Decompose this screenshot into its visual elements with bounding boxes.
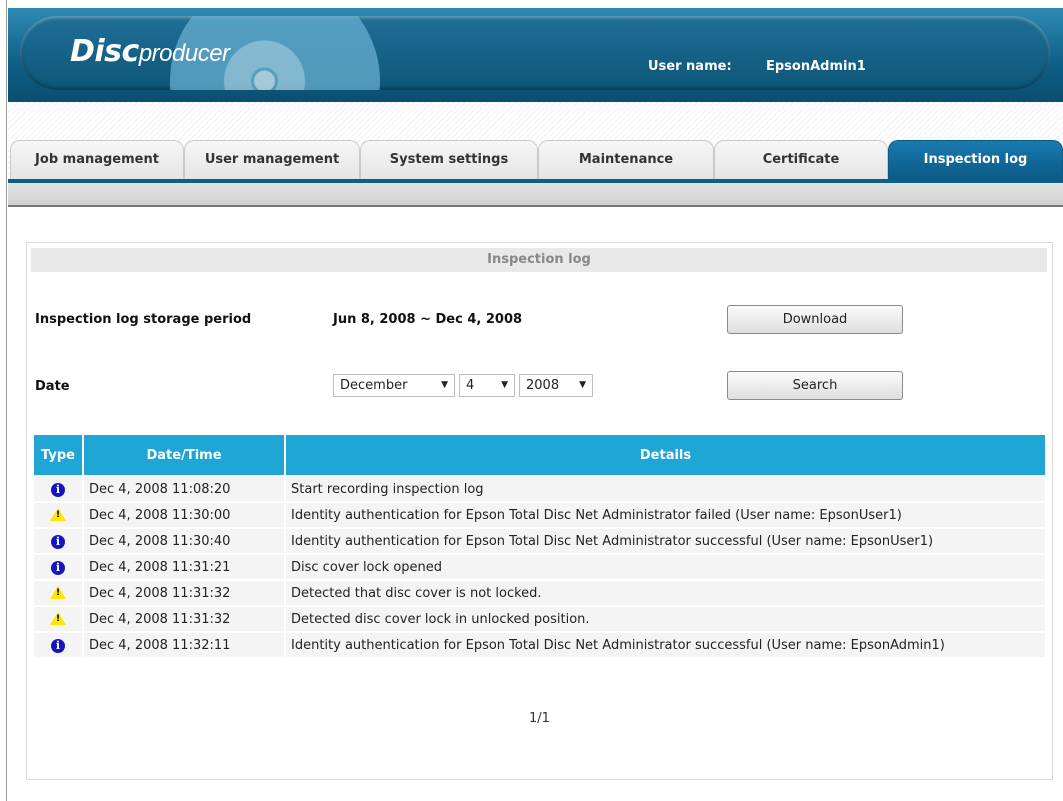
table-row: i Dec 4, 2008 11:08:20 Start recording ins… xyxy=(34,477,1045,501)
row-details-cell: Identity authentication for Epson Total … xyxy=(286,633,1045,657)
header-banner: Discproducer User name: EpsonAdmin1 xyxy=(20,16,1050,90)
user-name-value: EpsonAdmin1 xyxy=(766,59,866,74)
table-body: i Dec 4, 2008 11:08:20 Start recording ins… xyxy=(34,477,1045,657)
download-button[interactable]: Download xyxy=(727,305,903,334)
warning-mark: ! xyxy=(56,613,61,624)
table-row: ! Dec 4, 2008 11:31:32 Detected that disc … xyxy=(34,581,1045,605)
column-header-datetime: Date/Time xyxy=(84,435,284,475)
storage-period-label: Inspection log storage period xyxy=(35,312,252,327)
user-name-label: User name: xyxy=(648,59,732,74)
row-type-cell: i xyxy=(34,477,82,501)
row-datetime-cell: Dec 4, 2008 11:30:00 xyxy=(84,503,284,527)
search-button[interactable]: Search xyxy=(727,371,903,400)
row-datetime-cell: Dec 4, 2008 11:31:32 xyxy=(84,607,284,631)
year-value: 2008 xyxy=(526,378,560,393)
window-edge xyxy=(6,0,7,801)
logo-disc-text: Disc xyxy=(70,34,139,69)
info-icon: i xyxy=(51,534,65,549)
inspection-log-panel: Inspection log Inspection log storage pe… xyxy=(26,242,1053,780)
warning-icon: ! xyxy=(50,507,66,521)
row-datetime-cell: Dec 4, 2008 11:31:21 xyxy=(84,555,284,579)
inspection-log-table: Type Date/Time Details i Dec 4, 2008 11:0… xyxy=(32,433,1047,659)
row-details-cell: Detected disc cover lock in unlocked pos… xyxy=(286,607,1045,631)
row-type-cell: ! xyxy=(34,607,82,631)
table-header-row: Type Date/Time Details xyxy=(34,435,1045,475)
table-row: i Dec 4, 2008 11:30:40 Identity authentica… xyxy=(34,529,1045,553)
table-row: ! Dec 4, 2008 11:30:00 Identity authentica… xyxy=(34,503,1045,527)
subheader-bar xyxy=(8,183,1063,207)
row-type-cell: i xyxy=(34,555,82,579)
app-header: Discproducer User name: EpsonAdmin1 xyxy=(8,8,1063,102)
info-icon: i xyxy=(51,482,65,497)
chevron-down-icon: ▼ xyxy=(501,380,508,390)
day-value: 4 xyxy=(466,378,475,393)
info-icon: i xyxy=(51,638,65,653)
row-datetime-cell: Dec 4, 2008 11:32:11 xyxy=(84,633,284,657)
row-datetime-cell: Dec 4, 2008 11:08:20 xyxy=(84,477,284,501)
tab-certificate[interactable]: Certificate xyxy=(714,140,888,179)
tab-job-management[interactable]: Job management xyxy=(10,140,184,179)
table-row: ! Dec 4, 2008 11:31:32 Detected disc cover… xyxy=(34,607,1045,631)
row-datetime-cell: Dec 4, 2008 11:30:40 xyxy=(84,529,284,553)
panel-title: Inspection log xyxy=(31,248,1047,272)
row-details-cell: Disc cover lock opened xyxy=(286,555,1045,579)
row-type-cell: ! xyxy=(34,503,82,527)
row-details-cell: Start recording inspection log xyxy=(286,477,1045,501)
warning-icon: ! xyxy=(50,585,66,599)
app-logo: Discproducer xyxy=(70,34,230,69)
tab-user-management[interactable]: User management xyxy=(184,140,360,179)
tab-bar: Job management User management System se… xyxy=(8,140,1063,179)
column-header-details: Details xyxy=(286,435,1045,475)
info-icon: i xyxy=(51,560,65,575)
table-row: i Dec 4, 2008 11:32:11 Identity authentica… xyxy=(34,633,1045,657)
row-type-cell: ! xyxy=(34,581,82,605)
logo-producer-text: producer xyxy=(138,40,230,67)
page-indicator: 1/1 xyxy=(529,711,550,726)
row-type-cell: i xyxy=(34,633,82,657)
chevron-down-icon: ▼ xyxy=(441,380,448,390)
month-value: December xyxy=(340,378,408,393)
row-details-cell: Detected that disc cover is not locked. xyxy=(286,581,1045,605)
tab-maintenance[interactable]: Maintenance xyxy=(538,140,714,179)
year-select[interactable]: 2008 ▼ xyxy=(519,374,593,397)
chevron-down-icon: ▼ xyxy=(579,380,586,390)
day-select[interactable]: 4 ▼ xyxy=(459,374,515,397)
row-type-cell: i xyxy=(34,529,82,553)
warning-mark: ! xyxy=(56,587,61,598)
tab-system-settings[interactable]: System settings xyxy=(360,140,538,179)
warning-icon: ! xyxy=(50,611,66,625)
row-details-cell: Identity authentication for Epson Total … xyxy=(286,529,1045,553)
month-select[interactable]: December ▼ xyxy=(333,374,455,397)
row-datetime-cell: Dec 4, 2008 11:31:32 xyxy=(84,581,284,605)
table-row: i Dec 4, 2008 11:31:21 Disc cover lock ope… xyxy=(34,555,1045,579)
tab-inspection-log[interactable]: Inspection log xyxy=(888,140,1063,179)
warning-mark: ! xyxy=(56,509,61,520)
row-details-cell: Identity authentication for Epson Total … xyxy=(286,503,1045,527)
date-label: Date xyxy=(35,379,70,394)
storage-period-value: Jun 8, 2008 ~ Dec 4, 2008 xyxy=(333,312,523,327)
column-header-type: Type xyxy=(34,435,82,475)
